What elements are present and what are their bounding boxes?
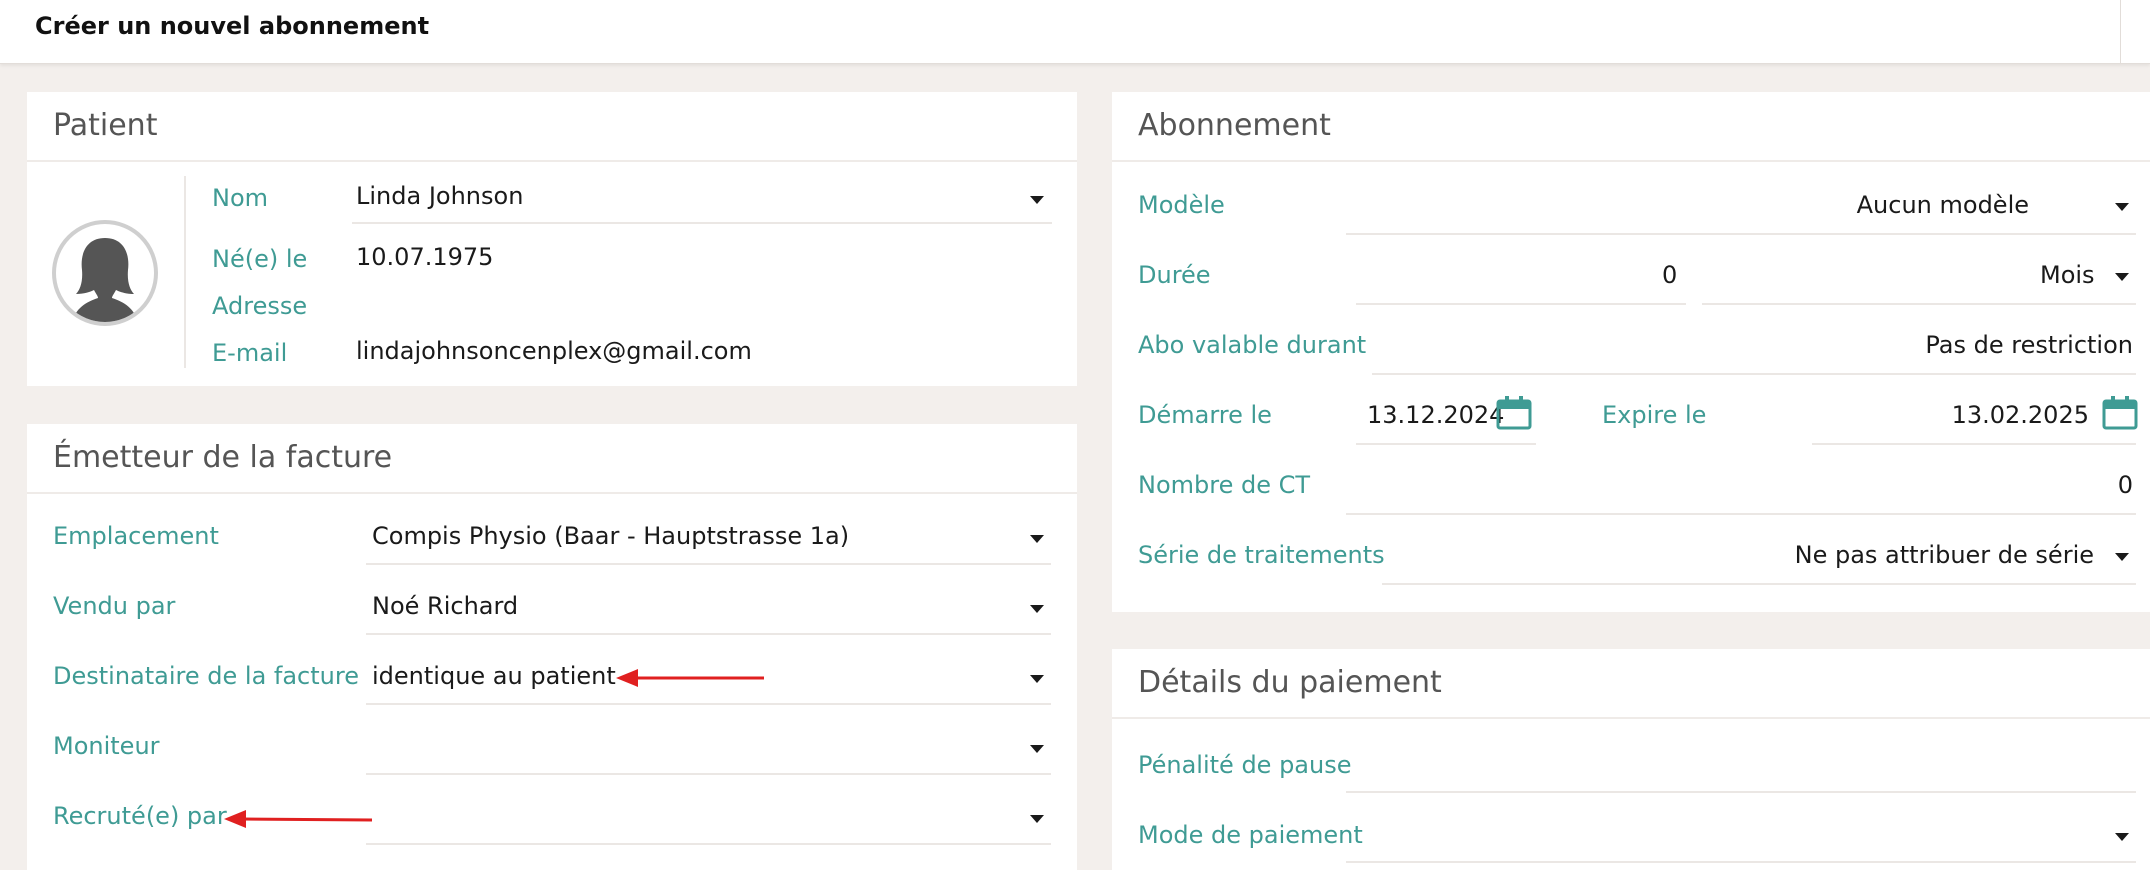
destinataire-underline <box>366 703 1051 705</box>
modele-underline <box>1346 233 2136 235</box>
serie-label: Série de traitements <box>1138 541 1385 569</box>
nombre-input[interactable] <box>1346 464 2136 513</box>
dob-label: Né(e) le <box>212 245 308 273</box>
paiement-card-header: Détails du paiement <box>1112 649 2150 719</box>
recrute-select[interactable] <box>366 794 1051 843</box>
mode-label: Mode de paiement <box>1138 821 1363 849</box>
demarre-underline <box>1356 443 1536 445</box>
nombre-label: Nombre de CT <box>1138 471 1311 499</box>
duree-unit-underline <box>1702 303 2136 305</box>
demarre-date-input[interactable] <box>1356 394 1492 443</box>
duree-label: Durée <box>1138 261 1211 289</box>
abonnement-card-title: Abonnement <box>1138 108 1331 143</box>
demarre-label: Démarre le <box>1138 401 1272 429</box>
dob-value: 10.07.1975 <box>356 243 494 271</box>
annotation-arrow-icon <box>616 669 764 687</box>
person-silhouette-icon <box>72 238 138 322</box>
duree-unit-select[interactable] <box>1702 254 2136 303</box>
moniteur-label: Moniteur <box>53 732 160 760</box>
recrute-label: Recruté(e) par <box>53 802 227 830</box>
abonnement-card-header: Abonnement <box>1112 92 2150 162</box>
paiement-card-title: Détails du paiement <box>1138 665 1442 700</box>
serie-underline <box>1382 583 2136 585</box>
more-menu-icon[interactable]: ⋮ <box>2142 14 2150 39</box>
valable-select[interactable] <box>1372 324 2136 373</box>
emplacement-underline <box>366 563 1051 565</box>
page-title: Créer un nouvel abonnement <box>35 12 430 40</box>
vendu-label: Vendu par <box>53 592 176 620</box>
expire-date-input[interactable] <box>1812 394 2098 443</box>
calendar-icon[interactable] <box>2102 396 2138 430</box>
penalite-underline <box>1346 791 2136 793</box>
nombre-underline <box>1346 513 2136 515</box>
modele-select[interactable] <box>1346 184 2136 233</box>
patient-divider <box>184 176 186 368</box>
expire-underline <box>1812 443 2136 445</box>
adresse-label: Adresse <box>212 292 308 320</box>
duree-input[interactable] <box>1356 254 1686 303</box>
vendu-underline <box>366 633 1051 635</box>
penalite-label: Pénalité de pause <box>1138 751 1352 779</box>
expire-label: Expire le <box>1602 401 1707 429</box>
top-bar-divider <box>2120 0 2121 64</box>
nom-label: Nom <box>212 184 269 212</box>
moniteur-select[interactable] <box>366 724 1051 773</box>
email-label: E-mail <box>212 339 288 367</box>
mode-select[interactable] <box>1346 812 2136 861</box>
emetteur-card-header: Émetteur de la facture <box>27 424 1077 494</box>
patient-card-header: Patient <box>27 92 1077 162</box>
penalite-input[interactable] <box>1346 742 2136 791</box>
valable-label: Abo valable durant <box>1138 331 1367 359</box>
emetteur-card-title: Émetteur de la facture <box>53 440 393 475</box>
modele-label: Modèle <box>1138 191 1225 219</box>
nom-select[interactable] <box>352 176 1052 222</box>
top-bar: Créer un nouvel abonnement ⋮ <box>0 0 2150 64</box>
mode-underline <box>1346 861 2136 863</box>
patient-card-title: Patient <box>53 108 158 143</box>
serie-select[interactable] <box>1382 534 2136 583</box>
moniteur-underline <box>366 773 1051 775</box>
calendar-icon[interactable] <box>1496 396 1532 430</box>
annotation-arrow-icon <box>224 810 373 828</box>
email-value: lindajohnsoncenplex@gmail.com <box>356 337 752 365</box>
vendu-select[interactable] <box>366 584 1051 633</box>
recrute-underline <box>366 843 1051 845</box>
duree-value-underline <box>1356 303 1686 305</box>
emplacement-select[interactable] <box>366 514 1051 563</box>
nom-underline <box>352 222 1052 224</box>
destinataire-label: Destinataire de la facture <box>53 662 359 690</box>
patient-avatar <box>52 220 158 326</box>
emplacement-label: Emplacement <box>53 522 219 550</box>
valable-underline <box>1372 373 2136 375</box>
